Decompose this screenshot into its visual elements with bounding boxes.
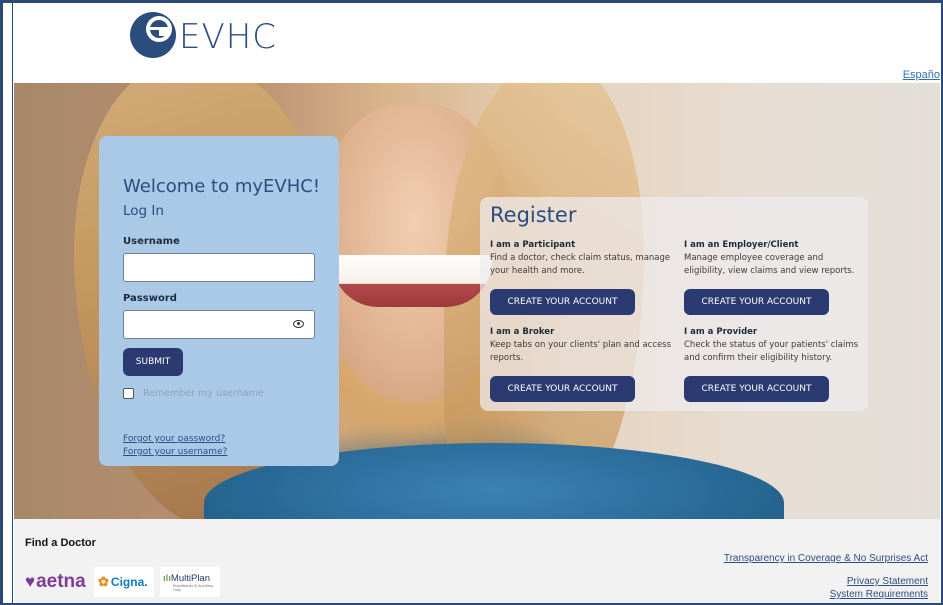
site-footer: Find a Doctor ♥ aetna ✿ Cigna. ılıMultiP… <box>14 519 940 603</box>
register-option-title: I am a Provider <box>684 327 758 337</box>
language-link-espanol[interactable]: Españo <box>903 69 940 81</box>
register-option-description: Check the status of your patients' claim… <box>684 340 859 363</box>
site-header: EVHC Españo <box>14 3 940 83</box>
evhc-logo-mark-icon <box>130 12 176 58</box>
cigna-logo[interactable]: ✿ Cigna. <box>94 567 154 597</box>
left-border <box>0 0 13 605</box>
show-password-eye-icon[interactable] <box>293 320 304 328</box>
register-option-title: I am an Employer/Client <box>684 240 799 250</box>
multiplan-bars-icon: ılı <box>163 572 171 584</box>
register-panel: Register I am a Participant Find a docto… <box>480 197 868 411</box>
submit-button[interactable]: SUBMIT <box>123 348 183 376</box>
evhc-logo[interactable]: EVHC <box>129 11 277 59</box>
login-panel: Welcome to myEVHC! Log In Username Passw… <box>99 136 339 466</box>
multiplan-subtext: Practitioner & Ancillary Only <box>173 583 214 592</box>
password-input[interactable] <box>123 310 315 339</box>
register-option-provider: I am a Provider Check the status of your… <box>684 327 866 365</box>
create-account-provider-button[interactable]: CREATE YOUR ACCOUNT <box>684 376 829 402</box>
multiplan-logo-text: MultiPlan <box>170 572 210 584</box>
register-option-description: Find a doctor, check claim status, manag… <box>490 253 671 276</box>
privacy-statement-link[interactable]: Privacy Statement <box>847 576 928 587</box>
aetna-heart-icon: ♥ <box>25 572 36 591</box>
system-requirements-link[interactable]: System Requirements <box>830 589 928 600</box>
login-heading: Log In <box>123 203 164 219</box>
register-option-employer: I am an Employer/Client Manage employee … <box>684 240 866 278</box>
username-input[interactable] <box>123 253 315 282</box>
find-a-doctor-heading: Find a Doctor <box>25 537 96 549</box>
remember-username-label: Remember my username <box>143 388 264 399</box>
remember-username-checkbox[interactable] <box>123 388 134 399</box>
hero-photo-smile <box>332 255 492 307</box>
register-option-title: I am a Broker <box>490 327 555 337</box>
cigna-tree-icon: ✿ <box>98 574 109 589</box>
aetna-logo[interactable]: ♥ aetna <box>25 567 86 597</box>
create-account-participant-button[interactable]: CREATE YOUR ACCOUNT <box>490 289 635 315</box>
welcome-heading: Welcome to myEVHC! <box>123 176 321 197</box>
register-option-description: Manage employee coverage and eligibility… <box>684 253 855 276</box>
forgot-username-link[interactable]: Forgot your username? <box>123 447 227 457</box>
register-option-description: Keep tabs on your clients' plan and acce… <box>490 340 672 363</box>
transparency-link[interactable]: Transparency in Coverage & No Surprises … <box>724 553 928 564</box>
aetna-logo-text: aetna <box>36 571 86 592</box>
register-heading: Register <box>490 203 577 227</box>
create-account-employer-button[interactable]: CREATE YOUR ACCOUNT <box>684 289 829 315</box>
remember-username[interactable]: Remember my username <box>123 388 264 399</box>
create-account-broker-button[interactable]: CREATE YOUR ACCOUNT <box>490 376 635 402</box>
forgot-password-link[interactable]: Forgot your password? <box>123 434 225 444</box>
logo-text: EVHC <box>179 17 278 57</box>
register-option-title: I am a Participant <box>490 240 576 250</box>
password-label: Password <box>123 293 177 304</box>
register-option-participant: I am a Participant Find a doctor, check … <box>490 240 672 278</box>
cigna-logo-text: Cigna. <box>110 575 148 589</box>
username-label: Username <box>123 236 180 247</box>
multiplan-logo[interactable]: ılıMultiPlan Practitioner & Ancillary On… <box>160 567 220 597</box>
register-option-broker: I am a Broker Keep tabs on your clients'… <box>490 327 672 365</box>
